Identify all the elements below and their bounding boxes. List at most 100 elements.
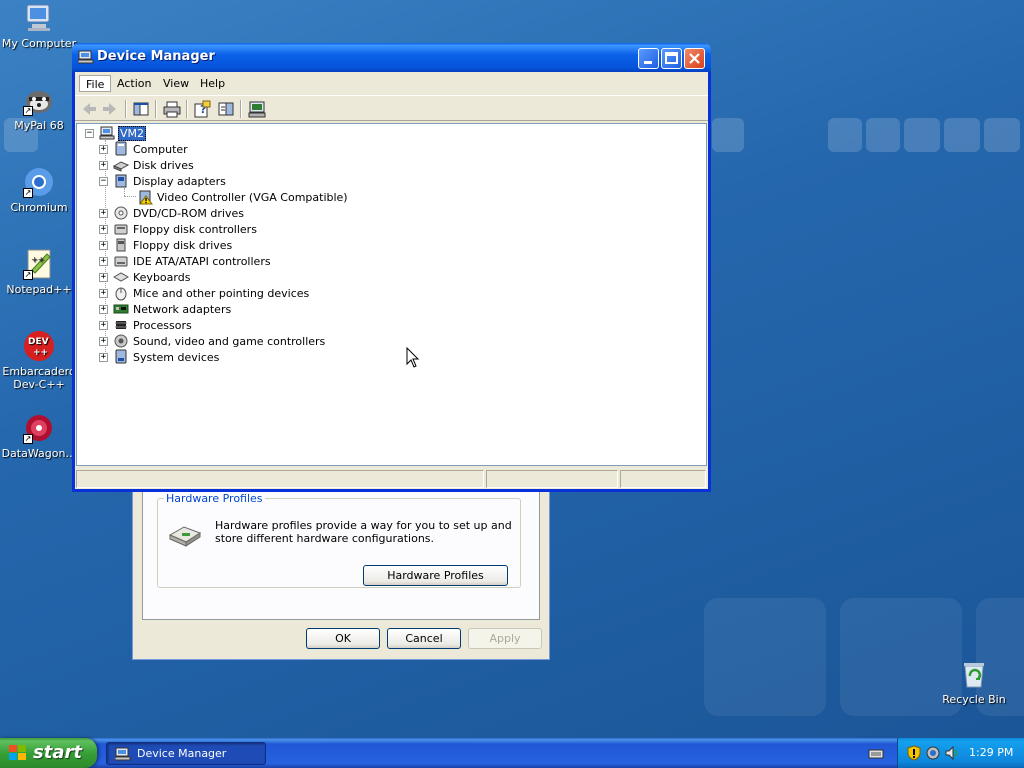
status-bar	[75, 468, 708, 489]
system-devices-icon	[113, 349, 129, 365]
show-hide-console-tree-icon	[133, 102, 149, 116]
tree-node-computer[interactable]: + Computer	[99, 141, 189, 157]
tree-node-label: Video Controller (VGA Compatible)	[157, 190, 348, 204]
apply-button[interactable]: Apply	[468, 628, 542, 649]
tree-node-video-controller-vga-compatible[interactable]: Video Controller (VGA Compatible)	[137, 189, 349, 205]
menu-action[interactable]: Action	[111, 75, 157, 92]
expand-icon[interactable]: +	[99, 304, 108, 314]
menu-view[interactable]: View	[157, 75, 195, 92]
status-pane	[486, 470, 618, 488]
desktop-decoration	[984, 118, 1020, 152]
print-icon	[163, 101, 181, 118]
expand-icon[interactable]: +	[99, 352, 108, 362]
warning-device-icon	[137, 189, 153, 205]
desktop-decoration	[704, 598, 826, 716]
volume-icon[interactable]	[944, 745, 960, 761]
floppy-drive-icon	[113, 237, 129, 253]
close-button[interactable]	[684, 48, 705, 69]
tree-node-network-adapters[interactable]: + Network adapters	[99, 301, 232, 317]
tree-node-disk-drives[interactable]: + Disk drives	[99, 157, 195, 173]
hardware-profiles-button[interactable]: Hardware Profiles	[363, 565, 508, 586]
print-button[interactable]	[162, 99, 182, 119]
devcpp-icon: DEV ++	[23, 330, 55, 362]
tree-node-ide-ata-atapi-controllers[interactable]: + IDE ATA/ATAPI controllers	[99, 253, 272, 269]
network-status-icon[interactable]	[925, 745, 941, 761]
status-pane	[620, 470, 706, 488]
cdrom-icon	[113, 205, 129, 221]
tree-node-label: Disk drives	[133, 158, 194, 172]
expand-icon[interactable]: +	[99, 320, 108, 330]
toolbar-separator	[125, 100, 127, 118]
taskbar-button-device-manager[interactable]: Device Manager	[106, 742, 266, 765]
desktop-icon-devcpp[interactable]: DEV ++ Embarcadero Dev-C++	[0, 330, 78, 391]
svg-text:++: ++	[31, 255, 44, 264]
tree-node-display-adapters[interactable]: − Display adapters	[99, 173, 227, 189]
notepadpp-icon: ++ ↗	[23, 248, 55, 280]
expand-icon[interactable]: +	[99, 160, 108, 170]
keyboard-layout-icon[interactable]	[868, 745, 884, 761]
tree-node-keyboards[interactable]: + Keyboards	[99, 269, 191, 285]
expand-icon[interactable]: +	[99, 272, 108, 282]
back-button[interactable]	[79, 99, 99, 119]
taskbar: start Device Manager 1:29 PM	[0, 738, 1024, 768]
device-tree[interactable]: − VM2 + Computer + Disk drives − Display adap…	[76, 123, 707, 466]
expand-icon[interactable]: +	[99, 208, 108, 218]
desktop-icon-datawagon[interactable]: ↗ DataWagon…	[0, 412, 78, 460]
scan-hardware-icon	[248, 101, 266, 118]
tree-node-processors[interactable]: + Processors	[99, 317, 193, 333]
scan-hardware-button[interactable]	[247, 99, 267, 119]
desktop-icon-my-computer[interactable]: My Computer	[0, 2, 78, 50]
maximize-button[interactable]	[661, 48, 682, 69]
forward-button[interactable]	[100, 99, 120, 119]
menu-file[interactable]: File	[79, 75, 112, 92]
tree-node-mice-and-other-pointing-devices[interactable]: + Mice and other pointing devices	[99, 285, 310, 301]
toolbar-separator	[155, 100, 157, 118]
ok-button[interactable]: OK	[306, 628, 380, 649]
computer-root-icon	[99, 125, 115, 141]
clock[interactable]: 1:29 PM	[969, 746, 1013, 759]
keyboard-icon	[112, 269, 130, 285]
properties-icon	[218, 102, 234, 116]
expand-icon[interactable]: +	[99, 144, 108, 154]
ide-controller-icon	[113, 253, 129, 269]
expand-icon[interactable]: +	[99, 288, 108, 298]
tree-node-dvd-cd-rom-drives[interactable]: + DVD/CD-ROM drives	[99, 205, 245, 221]
maximize-icon	[665, 52, 678, 64]
expand-icon[interactable]: +	[99, 336, 108, 346]
desktop-decoration	[712, 118, 744, 152]
device-manager-icon	[77, 50, 94, 64]
show-hide-console-tree-button[interactable]	[131, 99, 151, 119]
tree-node-floppy-disk-controllers[interactable]: + Floppy disk controllers	[99, 221, 258, 237]
tree-node-label: Floppy disk controllers	[133, 222, 257, 236]
collapse-icon[interactable]: −	[99, 176, 108, 186]
expand-icon[interactable]: +	[99, 224, 108, 234]
desktop-icon-recycle-bin[interactable]: Recycle Bin	[935, 658, 1013, 706]
expand-icon[interactable]: +	[99, 256, 108, 266]
hardware-profiles-icon	[168, 519, 202, 547]
tree-node-label: Sound, video and game controllers	[133, 334, 326, 348]
recycle-bin-icon	[958, 658, 990, 690]
tree-node-sound-video-and-game-controllers[interactable]: + Sound, video and game controllers	[99, 333, 326, 349]
menu-help[interactable]: Help	[194, 75, 231, 92]
tree-node-floppy-disk-drives[interactable]: + Floppy disk drives	[99, 237, 233, 253]
start-button[interactable]: start	[0, 738, 97, 768]
security-shield-icon[interactable]	[906, 745, 922, 761]
minimize-button[interactable]	[638, 48, 659, 69]
display-adapter-icon	[113, 173, 129, 189]
desktop-icon-chromium[interactable]: ↗ Chromium	[0, 166, 78, 214]
title-bar[interactable]: Device Manager	[72, 43, 711, 72]
tree-node-label: Processors	[133, 318, 192, 332]
properties-help-button[interactable]: ?	[192, 99, 212, 119]
sound-icon	[113, 333, 129, 349]
window-title: Device Manager	[97, 49, 215, 64]
expand-icon[interactable]: +	[99, 240, 108, 250]
tree-node-system-devices[interactable]: + System devices	[99, 349, 220, 365]
collapse-icon[interactable]: −	[85, 128, 94, 138]
desktop-icon-notepadpp[interactable]: ++ ↗ Notepad++	[0, 248, 78, 296]
tree-root-vm2[interactable]: − VM2	[85, 125, 147, 141]
cancel-button[interactable]: Cancel	[387, 628, 461, 649]
tree-connector	[124, 196, 136, 197]
desktop-icon-mypal[interactable]: ↗ MyPal 68	[0, 84, 78, 132]
minimize-icon	[644, 61, 652, 64]
properties-button[interactable]	[216, 99, 236, 119]
